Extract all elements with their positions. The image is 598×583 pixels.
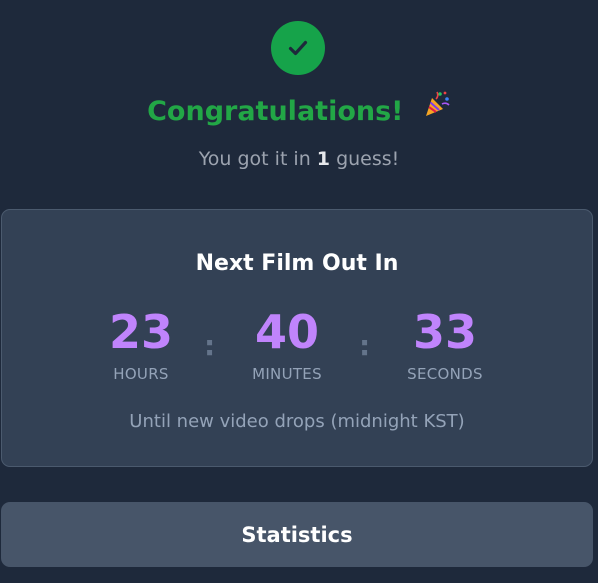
hours-unit: 23 HOURS <box>81 306 201 384</box>
party-popper-icon <box>423 90 451 129</box>
hours-label: HOURS <box>113 365 169 383</box>
checkmark-icon <box>288 40 308 56</box>
seconds-label: SECONDS <box>407 365 483 383</box>
seconds-value: 33 <box>412 305 477 359</box>
seconds-unit: 33 SECONDS <box>385 306 505 384</box>
countdown-heading: Next Film Out In <box>195 251 399 276</box>
guess-summary: You got it in 1 guess! <box>0 146 598 172</box>
countdown-note: Until new video drops (midnight KST) <box>129 411 465 432</box>
guess-summary-prefix: You got it in <box>198 148 317 170</box>
minutes-unit: 40 MINUTES <box>227 306 347 384</box>
hours-value: 23 <box>108 305 173 359</box>
minutes-seconds-separator: : <box>359 329 371 362</box>
minutes-value: 40 <box>254 305 319 359</box>
hours-minutes-separator: : <box>204 329 216 362</box>
congratulations-text: Congratulations! <box>147 96 404 127</box>
congratulations-heading: Congratulations! <box>0 90 598 131</box>
check-circle-icon <box>271 21 325 75</box>
minutes-label: MINUTES <box>252 365 322 383</box>
statistics-button[interactable]: Statistics <box>1 502 593 567</box>
countdown-card: Next Film Out In 23 HOURS : 40 MINUTES :… <box>1 209 593 467</box>
result-panel: Congratulations! You got it in 1 guess! … <box>0 0 598 583</box>
guess-count: 1 <box>316 148 331 170</box>
guess-summary-suffix: guess! <box>330 148 400 170</box>
